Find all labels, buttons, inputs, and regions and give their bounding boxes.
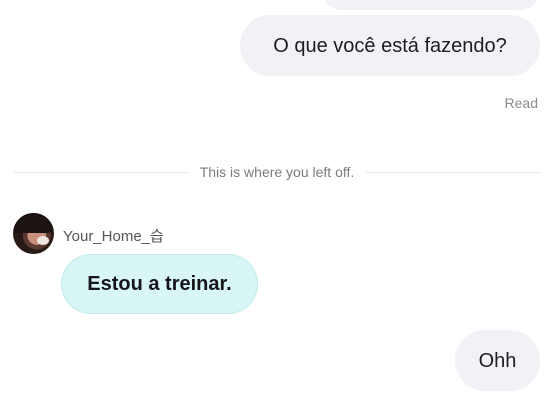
read-receipt: Read [504, 95, 538, 111]
outgoing-message-bubble[interactable]: O que você está fazendo? [240, 15, 540, 76]
divider-line-left [14, 171, 188, 173]
chat-thread: O que você está fazendo? Read This is wh… [0, 0, 560, 416]
incoming-message-text: Estou a treinar. [87, 272, 232, 295]
outgoing-message-text: O que você está fazendo? [273, 34, 507, 57]
divider-text: This is where you left off. [199, 164, 355, 180]
previous-message-bubble[interactable] [322, 0, 540, 10]
incoming-message-bubble[interactable]: Estou a treinar. [61, 254, 258, 314]
avatar-detail [37, 236, 49, 245]
outgoing-reply-text: Ohh [478, 349, 517, 372]
sender-username[interactable]: Your_Home_습 [63, 225, 164, 246]
unread-divider: This is where you left off. [14, 162, 540, 182]
avatar[interactable] [13, 213, 54, 254]
outgoing-reply-bubble[interactable]: Ohh [455, 330, 540, 391]
divider-line-right [366, 171, 540, 173]
avatar-hair [13, 213, 54, 233]
